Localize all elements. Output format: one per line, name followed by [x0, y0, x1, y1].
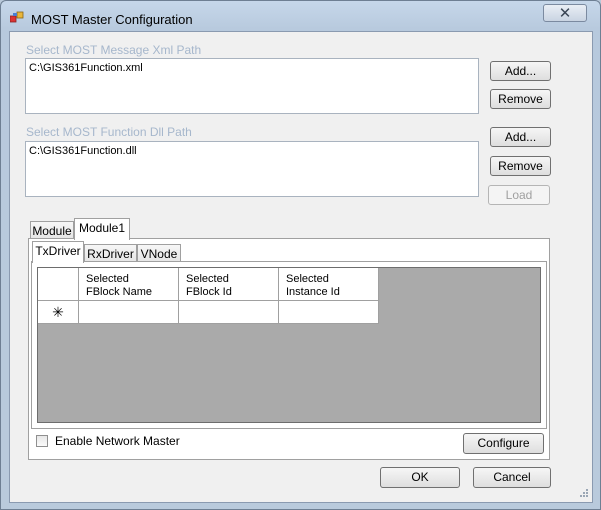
dll-path-textbox[interactable]: C:\GIS361Function.dll [25, 141, 479, 197]
grid-corner-header [38, 268, 79, 301]
tab-rxdriver[interactable]: RxDriver [84, 244, 137, 262]
cancel-button[interactable]: Cancel [473, 467, 551, 488]
enable-network-master-checkbox[interactable] [36, 435, 48, 447]
xml-add-button[interactable]: Add... [490, 61, 551, 81]
column-header-fblock-id[interactable]: Selected FBlock Id [179, 268, 279, 301]
tab-vnode[interactable]: VNode [137, 244, 181, 262]
xml-path-textbox[interactable]: C:\GIS361Function.xml [25, 58, 479, 114]
title-bar[interactable]: MOST Master Configuration ✕ [1, 1, 600, 33]
dll-remove-button[interactable]: Remove [490, 156, 551, 176]
column-header-fblock-name[interactable]: Selected FBlock Name [79, 268, 179, 301]
tab-module[interactable]: Module [30, 221, 74, 239]
dll-add-button[interactable]: Add... [490, 127, 551, 147]
dll-load-button[interactable]: Load [488, 185, 550, 205]
new-row-header[interactable]: ✳ [38, 301, 79, 324]
close-button[interactable]: ✕ [543, 4, 587, 22]
ok-button[interactable]: OK [380, 467, 460, 488]
enable-network-master-label[interactable]: Enable Network Master [55, 434, 180, 448]
new-row-cell-fblock-id[interactable] [179, 301, 279, 324]
dll-path-label: Select MOST Function Dll Path [26, 125, 192, 139]
app-icon [10, 11, 24, 23]
fblock-data-grid[interactable]: Selected FBlock Name Selected FBlock Id … [37, 267, 541, 423]
column-header-instance-id[interactable]: Selected Instance Id [279, 268, 379, 301]
resize-grip-icon[interactable] [577, 488, 589, 500]
window-title: MOST Master Configuration [31, 12, 193, 27]
new-row-cell-fblock-name[interactable] [79, 301, 179, 324]
tab-module1[interactable]: Module1 [74, 218, 130, 240]
new-row-cell-instance-id[interactable] [279, 301, 379, 324]
close-icon: ✕ [558, 5, 572, 22]
xml-path-label: Select MOST Message Xml Path [26, 43, 202, 57]
xml-remove-button[interactable]: Remove [490, 89, 551, 109]
tab-txdriver[interactable]: TxDriver [32, 241, 84, 263]
dialog-window: MOST Master Configuration ✕ Select MOST … [0, 0, 601, 510]
configure-button[interactable]: Configure [463, 433, 544, 454]
